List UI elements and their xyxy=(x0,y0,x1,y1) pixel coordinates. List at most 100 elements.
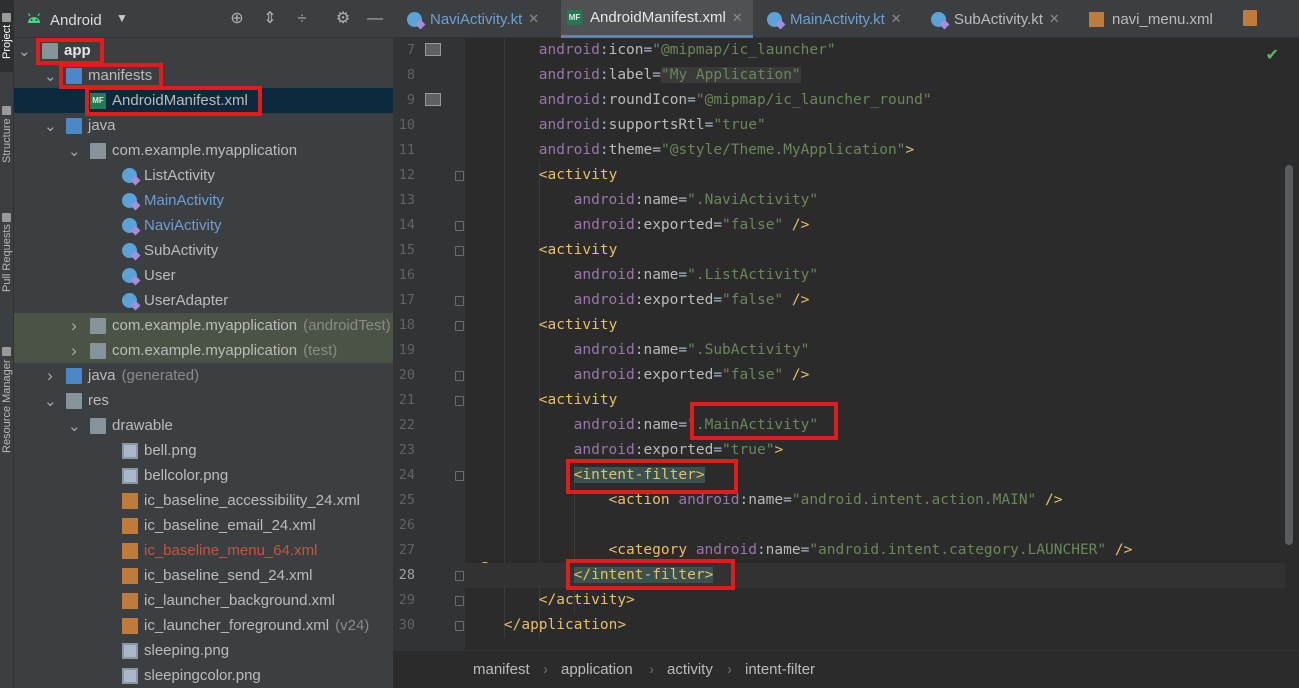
chevron-right-icon[interactable]: › xyxy=(68,341,80,361)
code-line[interactable]: <activity xyxy=(465,388,618,413)
chevron-down-icon[interactable]: ⌄ xyxy=(44,392,57,410)
minimize-icon[interactable]: — xyxy=(364,8,386,30)
code-line[interactable]: android:icon="@mipmap/ic_launcher" xyxy=(465,38,836,63)
code-line[interactable]: android:exported="false" /> xyxy=(465,288,810,313)
code-line[interactable]: android:exported="false" /> xyxy=(465,213,810,238)
tree-item[interactable]: ic_launcher_foreground.xml (v24) xyxy=(14,613,393,638)
code-line[interactable]: <activity xyxy=(465,163,618,188)
code-line[interactable]: android:exported="false" /> xyxy=(465,363,810,388)
breadcrumb-item[interactable]: application xyxy=(561,661,633,678)
tree-item[interactable]: ListActivity xyxy=(14,163,393,188)
pull-requests-tool-tab[interactable]: Pull Requests xyxy=(0,200,14,305)
editor-scrollbar[interactable] xyxy=(1285,165,1293,545)
code-line[interactable]: <intent-filter> xyxy=(465,463,705,488)
fold-marker-icon[interactable] xyxy=(455,221,464,231)
code-line[interactable]: <activity xyxy=(465,238,618,263)
tree-item[interactable]: ⌄ java xyxy=(14,113,393,138)
breadcrumb-item[interactable]: activity xyxy=(667,661,713,678)
code-line[interactable]: android:theme="@style/Theme.MyApplicatio… xyxy=(465,138,914,163)
chevron-down-icon[interactable]: ⌄ xyxy=(68,417,81,435)
code-line[interactable]: </application> xyxy=(465,613,626,638)
editor-tab[interactable]: navi_menu.xml xyxy=(1083,0,1233,38)
editor-tab[interactable]: NaviActivity.kt ✕ xyxy=(401,0,551,38)
code-line[interactable]: <activity xyxy=(465,313,618,338)
target-icon[interactable]: ⊕ xyxy=(226,8,248,30)
image-preview-icon[interactable] xyxy=(425,43,441,56)
tree-item[interactable]: › java (generated) xyxy=(14,363,393,388)
close-icon[interactable]: ✕ xyxy=(891,11,902,27)
resource-manager-tool-tab[interactable]: Resource Manager xyxy=(0,330,14,470)
tree-item[interactable]: ic_launcher_background.xml xyxy=(14,588,393,613)
tree-item[interactable]: ic_baseline_menu_64.xml xyxy=(14,538,393,563)
code-line[interactable]: <category android:name="android.intent.c… xyxy=(465,538,1133,563)
tree-item[interactable]: SubActivity xyxy=(14,238,393,263)
code-line[interactable]: <action android:name="android.intent.act… xyxy=(465,488,1063,513)
tree-item[interactable]: MainActivity xyxy=(14,188,393,213)
fold-marker-icon[interactable] xyxy=(455,571,464,581)
code-line[interactable]: android:name=".ListActivity" xyxy=(465,263,818,288)
image-preview-icon[interactable] xyxy=(425,93,441,106)
tree-item[interactable]: › com.example.myapplication (test) xyxy=(14,338,393,363)
tree-item[interactable]: ⌄ com.example.myapplication xyxy=(14,138,393,163)
fold-marker-icon[interactable] xyxy=(455,246,464,256)
close-icon[interactable]: ✕ xyxy=(528,11,539,27)
chevron-right-icon[interactable]: › xyxy=(68,316,80,336)
tree-item[interactable]: bell.png xyxy=(14,438,393,463)
fold-marker-icon[interactable] xyxy=(455,596,464,606)
tree-item[interactable]: bellcolor.png xyxy=(14,463,393,488)
manifest-file-icon: MF xyxy=(567,10,582,25)
structure-tool-tab[interactable]: Structure xyxy=(0,92,14,177)
chevron-down-icon[interactable]: ⌄ xyxy=(44,117,57,135)
collapse-all-icon[interactable]: ÷ xyxy=(291,8,313,30)
code-line[interactable]: </intent-filter> xyxy=(465,563,1285,588)
tree-item[interactable]: sleeping.png xyxy=(14,638,393,663)
chevron-right-icon[interactable]: › xyxy=(44,366,56,386)
code-line[interactable]: android:name=".MainActivity" xyxy=(465,413,818,438)
chevron-down-icon[interactable]: ⌄ xyxy=(68,142,81,160)
editor-tab[interactable]: MainActivity.kt ✕ xyxy=(761,0,917,38)
code-line[interactable]: android:roundIcon="@mipmap/ic_launcher_r… xyxy=(465,88,932,113)
breadcrumb-item[interactable]: manifest xyxy=(473,661,530,678)
code-line[interactable] xyxy=(465,513,469,538)
more-tabs-icon[interactable] xyxy=(1243,10,1257,26)
tree-item[interactable]: NaviActivity xyxy=(14,213,393,238)
code-line[interactable]: </activity> xyxy=(465,588,635,613)
close-icon[interactable]: ✕ xyxy=(1049,11,1060,27)
tree-item[interactable]: ic_baseline_accessibility_24.xml xyxy=(14,488,393,513)
settings-icon[interactable]: ⚙ xyxy=(332,8,354,30)
tree-item[interactable]: ⌄ app xyxy=(14,38,393,63)
tree-item[interactable]: ⌄ res xyxy=(14,388,393,413)
tree-item[interactable]: User xyxy=(14,263,393,288)
code-line[interactable]: android:supportsRtl="true" xyxy=(465,113,766,138)
tree-item[interactable]: UserAdapter xyxy=(14,288,393,313)
fold-marker-icon[interactable] xyxy=(455,296,464,306)
chevron-down-icon[interactable]: ▼ xyxy=(116,11,128,25)
tree-item[interactable]: ic_baseline_send_24.xml xyxy=(14,563,393,588)
code-line[interactable]: android:name=".NaviActivity" xyxy=(465,188,818,213)
code-line[interactable]: android:name=".SubActivity" xyxy=(465,338,810,363)
close-icon[interactable]: ✕ xyxy=(732,10,743,26)
chevron-down-icon[interactable]: ⌄ xyxy=(44,67,57,85)
tree-item[interactable]: ic_baseline_email_24.xml xyxy=(14,513,393,538)
tree-item[interactable]: ⌄ drawable xyxy=(14,413,393,438)
fold-marker-icon[interactable] xyxy=(455,321,464,331)
tree-item[interactable]: › com.example.myapplication (androidTest) xyxy=(14,313,393,338)
editor-tab[interactable]: SubActivity.kt ✕ xyxy=(925,0,1073,38)
tree-item[interactable]: MF AndroidManifest.xml xyxy=(14,88,393,113)
chevron-down-icon[interactable]: ⌄ xyxy=(18,42,31,60)
code-line[interactable]: android:label="My Application" xyxy=(465,63,801,88)
view-mode-selector[interactable]: Android xyxy=(50,12,102,29)
project-tool-tab[interactable]: Project xyxy=(0,0,14,72)
fold-marker-icon[interactable] xyxy=(455,621,464,631)
expand-all-icon[interactable]: ⇕ xyxy=(259,8,281,30)
fold-marker-icon[interactable] xyxy=(455,471,464,481)
tree-item[interactable]: ⌄ manifests xyxy=(14,63,393,88)
fold-marker-icon[interactable] xyxy=(455,396,464,406)
breadcrumb-item[interactable]: intent-filter xyxy=(745,661,815,678)
fold-marker-icon[interactable] xyxy=(455,171,464,181)
code-line[interactable]: android:exported="true"> xyxy=(465,438,784,463)
fold-marker-icon[interactable] xyxy=(455,371,464,381)
tree-item[interactable]: sleepingcolor.png xyxy=(14,663,393,688)
editor-tab[interactable]: MF AndroidManifest.xml ✕ xyxy=(561,0,753,38)
code-editor[interactable]: android:icon="@mipmap/ic_launcher" androi… xyxy=(465,38,1285,650)
